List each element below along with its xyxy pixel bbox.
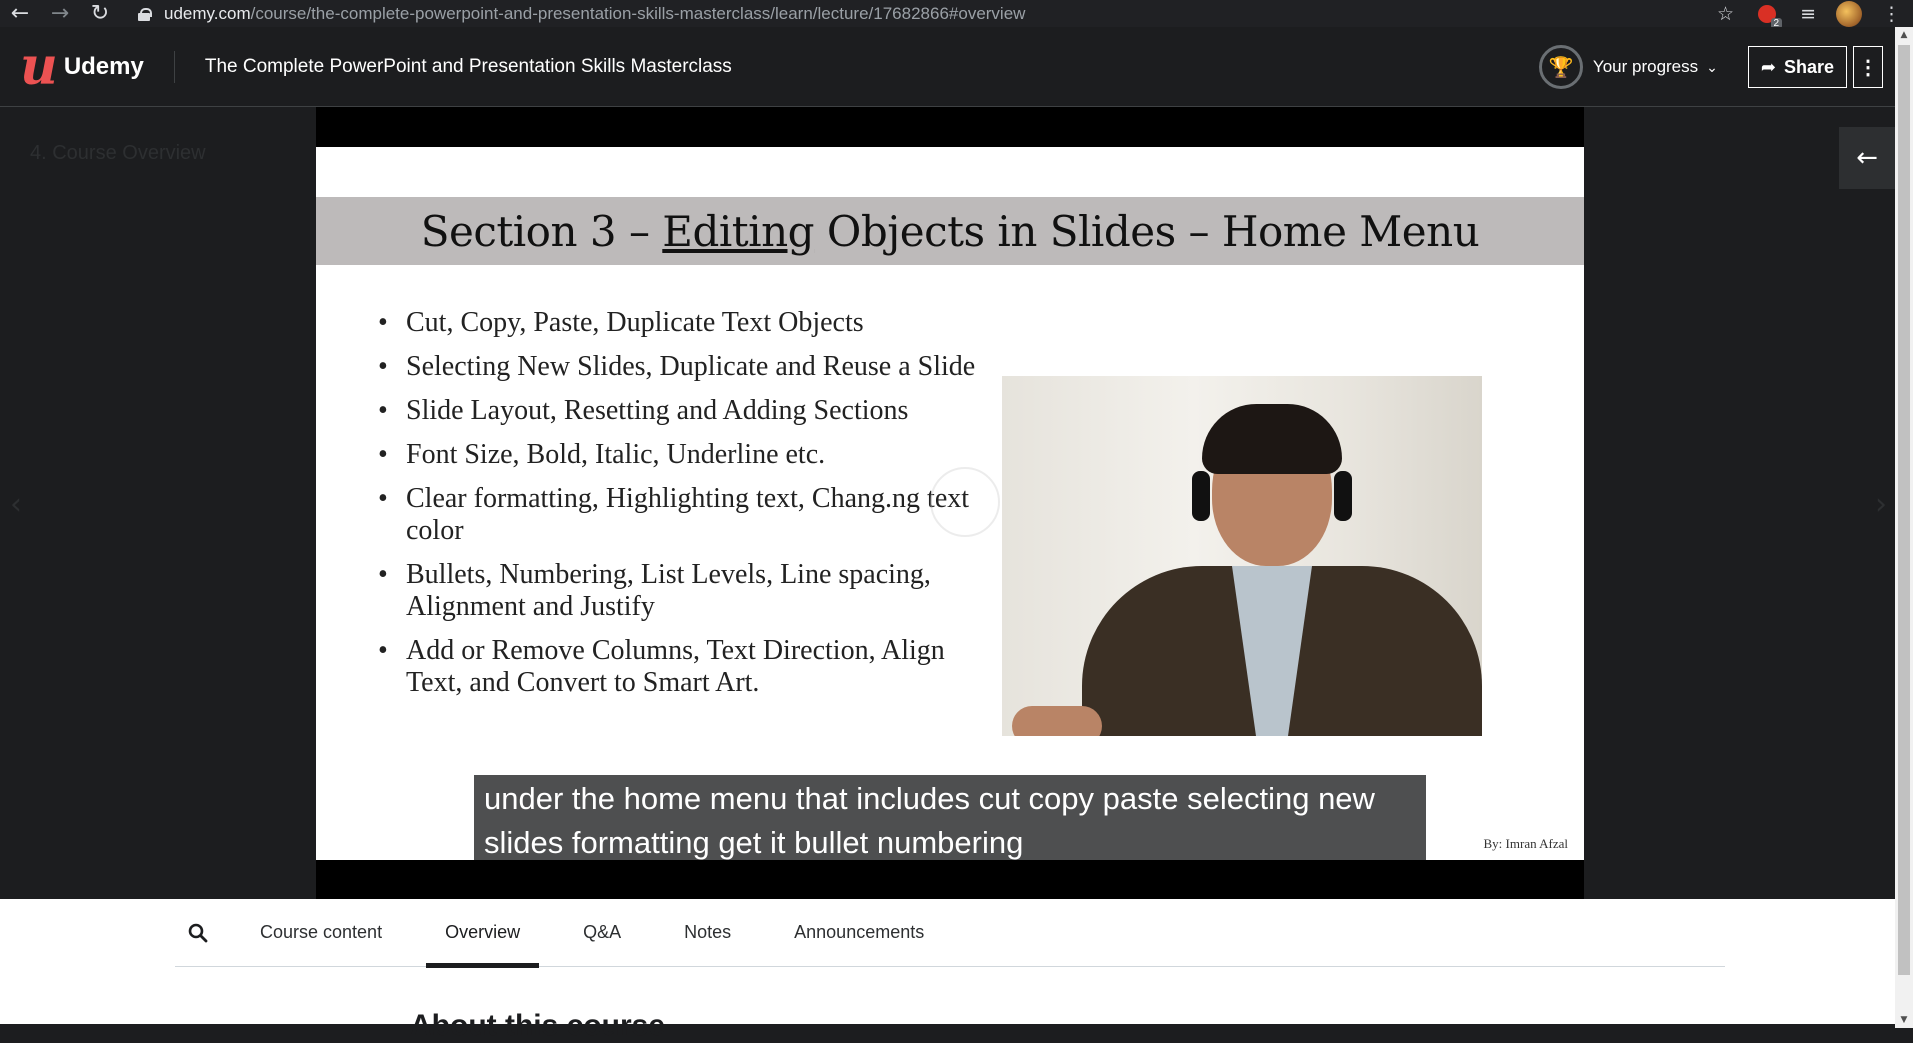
share-button[interactable]: ➦ Share: [1747, 46, 1847, 88]
browser-toolbar: ← → ↻ udemy.com /course/the-complete-pow…: [0, 0, 1913, 29]
share-icon: ➦: [1760, 56, 1776, 78]
lecture-slide: Section 3 – Editing Objects in Slides – …: [316, 147, 1584, 860]
headset-icon: [1192, 471, 1210, 521]
tab-overview[interactable]: Overview: [426, 899, 540, 968]
address-bar[interactable]: udemy.com /course/the-complete-powerpoin…: [138, 0, 1025, 27]
page-bottom-edge: [0, 1024, 1895, 1028]
search-icon[interactable]: [175, 923, 221, 943]
slide-bullet: Slide Layout, Resetting and Adding Secti…: [378, 395, 978, 427]
slide-title-band: Section 3 – Editing Objects in Slides – …: [316, 197, 1584, 265]
slide-bullet: Bullets, Numbering, List Levels, Line sp…: [378, 559, 978, 623]
chevron-down-icon[interactable]: ⌄: [1706, 59, 1718, 76]
course-title[interactable]: The Complete PowerPoint and Presentation…: [205, 56, 732, 78]
extension-icon[interactable]: 2: [1758, 4, 1783, 29]
section-label: 4. Course Overview: [30, 142, 206, 164]
lecture-tabs-area: Course content Overview Q&A Notes Announ…: [0, 899, 1895, 1042]
scrollbar-thumb[interactable]: [1898, 45, 1910, 975]
next-lecture-icon[interactable]: ›: [1875, 487, 1887, 522]
progress-label[interactable]: Your progress: [1593, 57, 1698, 77]
slide-byline: By: Imran Afzal: [1483, 836, 1568, 851]
udemy-logo[interactable]: u Udemy: [20, 35, 144, 97]
udemy-logo-icon: u: [20, 35, 58, 97]
video-player[interactable]: Section 3 – Editing Objects in Slides – …: [316, 107, 1584, 899]
url-path: /course/the-complete-powerpoint-and-pres…: [250, 3, 1026, 23]
slide-heading: Section 3 – Editing Objects in Slides – …: [420, 206, 1480, 256]
reload-icon[interactable]: ↻: [80, 0, 120, 27]
more-options-button[interactable]: ⋮: [1853, 46, 1883, 88]
slide-bullet: Cut, Copy, Paste, Duplicate Text Objects: [378, 307, 978, 339]
profile-avatar[interactable]: [1836, 0, 1862, 27]
share-label: Share: [1783, 56, 1834, 77]
lecture-tabs: Course content Overview Q&A Notes Announ…: [175, 899, 1725, 968]
tab-qa[interactable]: Q&A: [564, 899, 640, 967]
open-sidebar-arrow-icon[interactable]: ←: [1839, 127, 1895, 189]
logo-text: Udemy: [63, 52, 144, 80]
scroll-down-arrow-icon[interactable]: ▼: [1895, 1012, 1913, 1028]
tab-course-content[interactable]: Course content: [241, 899, 401, 967]
presenter-video-inset: [1002, 376, 1482, 736]
loading-spinner-icon: [930, 467, 1000, 537]
browser-menu-icon[interactable]: ⋮: [1882, 3, 1901, 25]
previous-lecture-icon[interactable]: ‹: [10, 487, 22, 522]
star-icon[interactable]: ☆: [1717, 3, 1734, 25]
back-arrow-icon[interactable]: ←: [0, 0, 40, 27]
presenter-hair: [1202, 404, 1342, 474]
slide-bullet: Font Size, Bold, Italic, Underline etc.: [378, 439, 978, 471]
header-divider: [173, 50, 175, 83]
presenter-hand: [1012, 706, 1102, 736]
forward-arrow-icon[interactable]: →: [40, 0, 80, 27]
media-controls-icon[interactable]: ≡: [1800, 3, 1816, 25]
headset-icon: [1334, 471, 1352, 521]
trophy-icon[interactable]: 🏆: [1538, 45, 1583, 89]
lock-icon[interactable]: [138, 7, 152, 21]
slide-bullet: Clear formatting, Highlighting text, Cha…: [378, 483, 978, 547]
url-host: udemy.com: [164, 3, 251, 23]
video-caption: under the home menu that includes cut co…: [474, 775, 1426, 860]
scroll-up-arrow-icon[interactable]: ▲: [1895, 27, 1913, 43]
tab-announcements[interactable]: Announcements: [775, 899, 943, 967]
course-header: u Udemy The Complete PowerPoint and Pres…: [0, 27, 1895, 107]
slide-bullet: Selecting New Slides, Duplicate and Reus…: [378, 351, 978, 383]
tab-notes[interactable]: Notes: [665, 899, 750, 967]
video-area: 4. Course Overview ‹ › ← Section 3 – Edi…: [0, 107, 1895, 899]
slide-bullet: Add or Remove Columns, Text Direction, A…: [378, 635, 978, 699]
slide-bullet-list: Cut, Copy, Paste, Duplicate Text Objects…: [378, 307, 978, 711]
page-scrollbar[interactable]: ▲ ▼: [1895, 27, 1913, 1028]
